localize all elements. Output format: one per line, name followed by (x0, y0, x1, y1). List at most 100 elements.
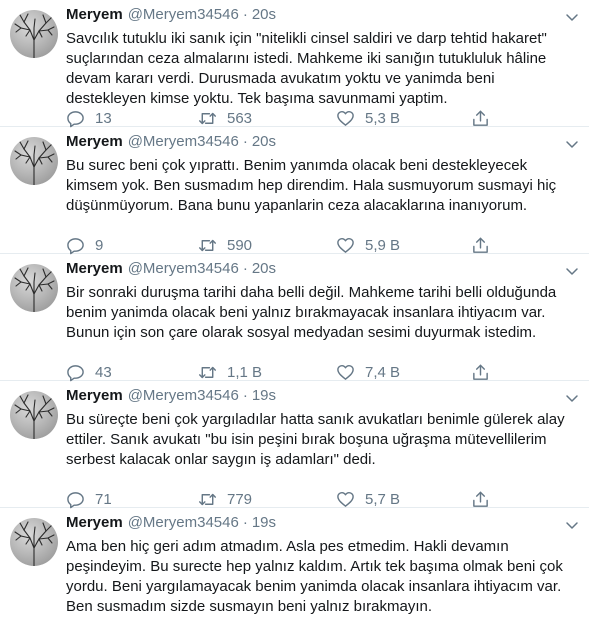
tweet-text-line: ettiler. Sanık avukatı "bu isin peşini b… (66, 431, 547, 448)
tweet-text-line: destekleyen kimse yoktu. Tek başıma savu… (66, 90, 448, 107)
reply-button[interactable]: 9 (66, 235, 103, 255)
avatar[interactable] (10, 518, 58, 566)
tweet-body: Meryem @Meryem34546 · 19s Bu süreçte ben… (66, 387, 579, 470)
display-name[interactable]: Meryem (66, 514, 123, 531)
share-button[interactable] (471, 235, 500, 255)
like-count: 5,7 B (365, 490, 401, 508)
timestamp[interactable]: 20s (252, 260, 276, 277)
tweet-header: Meryem @Meryem34546 · 20s (66, 133, 579, 155)
tweet-actions: 9 590 5,9 B (66, 235, 536, 255)
avatar-tree-image (14, 267, 55, 312)
avatar[interactable] (10, 137, 58, 185)
separator-dot: · (242, 6, 248, 23)
share-button[interactable] (471, 108, 500, 128)
tweet[interactable]: Meryem @Meryem34546 · 20s Savcılık tutuk… (0, 0, 589, 127)
like-button[interactable]: 7,4 B (336, 362, 400, 382)
retweet-button[interactable]: 1,1 B (198, 362, 262, 382)
user-handle[interactable]: @Meryem34546 (128, 260, 239, 277)
heart-icon (337, 237, 354, 253)
tweet[interactable]: Meryem @Meryem34546 · 19s Ama ben hiç ge… (0, 508, 589, 637)
share-button[interactable] (471, 362, 500, 382)
reply-count: 9 (95, 236, 104, 254)
tweet-thread: Meryem @Meryem34546 · 20s Savcılık tutuk… (0, 0, 589, 637)
avatar-tree-image (14, 13, 55, 58)
avatar[interactable] (10, 391, 58, 439)
tweet[interactable]: Meryem @Meryem34546 · 20s Bir sonraki du… (0, 254, 589, 381)
tweet-body: Meryem @Meryem34546 · 20s Bu surec beni … (66, 133, 579, 216)
tweet-text-line: yordu. Beni yargılamayacak benim yanimda… (66, 578, 562, 595)
tweet-actions: 13 563 5,3 B (66, 108, 536, 128)
tweet-header: Meryem @Meryem34546 · 19s (66, 387, 579, 409)
chevron-down-icon[interactable] (565, 264, 579, 278)
tweet-text-line: benim yanimda olacak beni yalnız bırakma… (66, 304, 546, 321)
tweet-text: Bu süreçte beni çok yargıladılar hatta s… (66, 410, 571, 470)
tweet-text-line: kimsem yok. Ben susmadım hep direndim. H… (66, 177, 557, 194)
tweet-text-line: Bir sonraki duruşma tarihi daha belli de… (66, 284, 557, 301)
reply-count: 71 (95, 490, 112, 508)
like-button[interactable]: 5,3 B (336, 108, 400, 128)
retweet-count: 779 (227, 490, 253, 508)
separator-dot: · (242, 514, 248, 531)
tweet-text-line: düşünmüyorum. Bana bunu yapanlarin ceza … (66, 197, 528, 214)
heart-icon (337, 491, 354, 507)
timestamp[interactable]: 19s (252, 387, 276, 404)
share-icon (473, 364, 488, 380)
reply-button[interactable]: 13 (66, 108, 112, 128)
tweet-actions: 43 1,1 B 7,4 B (66, 362, 536, 382)
retweet-button[interactable]: 563 (198, 108, 252, 128)
tweet-body: Meryem @Meryem34546 · 19s Ama ben hiç ge… (66, 514, 579, 617)
reply-button[interactable]: 43 (66, 362, 112, 382)
tweet-text-line: Bunun için son çare olarak sosyal medyad… (66, 324, 537, 341)
avatar[interactable] (10, 10, 58, 58)
avatar[interactable] (10, 264, 58, 312)
tweet-text: Bu surec beni çok yıprattı. Benim yanımd… (66, 156, 571, 216)
chevron-down-icon[interactable] (565, 391, 579, 405)
separator-dot: · (242, 260, 248, 277)
tweet-body: Meryem @Meryem34546 · 20s Bir sonraki du… (66, 260, 579, 343)
like-button[interactable]: 5,7 B (336, 489, 400, 509)
retweet-button[interactable]: 779 (198, 489, 252, 509)
timestamp[interactable]: 20s (252, 133, 276, 150)
tweet[interactable]: Meryem @Meryem34546 · 20s Bu surec beni … (0, 127, 589, 254)
reply-icon (67, 364, 84, 381)
reply-button[interactable]: 71 (66, 489, 112, 509)
retweet-icon (198, 493, 217, 505)
user-handle[interactable]: @Meryem34546 (128, 6, 239, 23)
share-button[interactable] (471, 489, 500, 509)
retweet-button[interactable]: 590 (198, 235, 252, 255)
reply-icon (67, 491, 84, 508)
chevron-down-icon[interactable] (565, 137, 579, 151)
user-handle[interactable]: @Meryem34546 (128, 514, 239, 531)
tweet-header: Meryem @Meryem34546 · 20s (66, 6, 579, 28)
display-name[interactable]: Meryem (66, 387, 123, 404)
tweet-text-line: serbest kalacak onlar saygın iş adamları… (66, 451, 376, 468)
retweet-icon (198, 239, 217, 251)
retweet-count: 590 (227, 236, 253, 254)
display-name[interactable]: Meryem (66, 133, 123, 150)
display-name[interactable]: Meryem (66, 6, 123, 23)
tweet-header: Meryem @Meryem34546 · 19s (66, 514, 579, 536)
tweet-text-line: peşindeyim. Bu surecte hep yalnız kaldım… (66, 558, 563, 575)
like-button[interactable]: 5,9 B (336, 235, 400, 255)
tweet[interactable]: Meryem @Meryem34546 · 19s Bu süreçte ben… (0, 381, 589, 508)
tweet-text-line: Ama ben hiç geri adım atmadım. Asla pes … (66, 538, 509, 555)
heart-icon (337, 364, 354, 380)
tweet-text-line: Ben susmadım sizde susmayın beni yalnız … (66, 598, 432, 615)
avatar-tree-image (14, 521, 55, 566)
display-name[interactable]: Meryem (66, 260, 123, 277)
user-handle[interactable]: @Meryem34546 (128, 133, 239, 150)
timestamp[interactable]: 20s (252, 6, 276, 23)
separator-dot: · (242, 387, 248, 404)
retweet-count: 1,1 B (227, 363, 263, 381)
user-handle[interactable]: @Meryem34546 (128, 387, 239, 404)
retweet-icon (198, 366, 217, 378)
timestamp[interactable]: 19s (252, 514, 276, 531)
tweet-text-line: Bu surec beni çok yıprattı. Benim yanımd… (66, 157, 528, 174)
reply-count: 43 (95, 363, 112, 381)
share-icon (473, 110, 488, 126)
heart-icon (337, 110, 354, 126)
chevron-down-icon[interactable] (565, 10, 579, 24)
chevron-down-icon[interactable] (565, 518, 579, 532)
retweet-count: 563 (227, 109, 253, 127)
tweet-text-line: Bu süreçte beni çok yargıladılar hatta s… (66, 411, 565, 428)
